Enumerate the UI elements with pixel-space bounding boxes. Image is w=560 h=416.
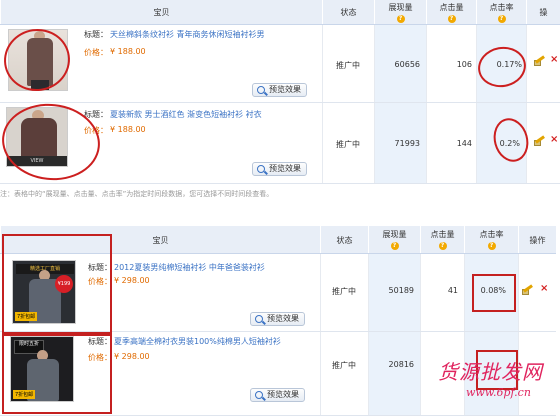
- header-status: 状态: [320, 226, 368, 253]
- clicks-value: 106: [456, 60, 472, 69]
- status-text: 推广中: [336, 61, 360, 70]
- header-impressions: 展现量?: [368, 226, 420, 253]
- product-title-link[interactable]: 天丝棉斜条纹衬衫 青年商务休闲短袖衬衫男: [110, 29, 265, 40]
- annotation-box: [472, 274, 516, 312]
- preview-button[interactable]: 预览效果: [250, 388, 305, 402]
- annotation-box: [2, 334, 112, 414]
- product-title-link[interactable]: 2012夏装男纯棉短袖衬衫 中年爸爸装衬衫: [114, 262, 265, 273]
- delete-icon[interactable]: ×: [550, 135, 558, 145]
- product-price: ¥ 298.00: [114, 276, 150, 285]
- promotion-table-1: 宝贝 状态 展现量? 点击量? 点击率? 操 标题： 天丝棉斜条纹衬衫 青年商务…: [0, 0, 560, 186]
- edit-icon[interactable]: [522, 284, 533, 295]
- impressions-value: 50189: [388, 286, 414, 295]
- header-item: 宝贝: [0, 0, 322, 24]
- magnifier-icon: [255, 391, 263, 399]
- header-ctr: 点击率?: [464, 226, 518, 253]
- clicks-value: 41: [447, 286, 458, 295]
- help-question-icon[interactable]: ?: [390, 242, 399, 250]
- preview-button[interactable]: 预览效果: [252, 162, 307, 176]
- magnifier-icon: [257, 165, 265, 173]
- help-question-icon[interactable]: ?: [438, 242, 447, 250]
- header-operations: 操: [526, 0, 560, 24]
- header-operations: 操作: [518, 226, 556, 253]
- table-row: 标题： 天丝棉斜条纹衬衫 青年商务休闲短袖衬衫男 价格： ¥ 188.00 预览…: [0, 25, 560, 103]
- help-question-icon[interactable]: ?: [447, 15, 456, 23]
- delete-icon[interactable]: ×: [550, 55, 558, 65]
- product-title-link[interactable]: 夏装新款 男士酒红色 渐变色短袖衬衫 衬衣: [110, 109, 262, 120]
- preview-button[interactable]: 预览效果: [250, 312, 305, 326]
- edit-icon[interactable]: [534, 135, 545, 146]
- price-label: 价格：: [84, 48, 108, 57]
- product-title-link[interactable]: 夏季高端全棉衬衣男装100%纯棉男人短袖衬衫: [114, 336, 281, 347]
- delete-icon[interactable]: ×: [540, 284, 548, 294]
- watermark-url: www.6pf.cn: [466, 386, 531, 399]
- header-ctr: 点击率?: [476, 0, 526, 24]
- edit-icon[interactable]: [534, 55, 545, 66]
- status-text: 推广中: [332, 287, 356, 296]
- impressions-value: 71993: [394, 139, 420, 148]
- table-header: 宝贝 状态 展现量? 点击量? 点击率? 操: [0, 0, 560, 25]
- clicks-value: 144: [456, 139, 472, 148]
- help-question-icon[interactable]: ?: [396, 15, 405, 23]
- status-text: 推广中: [332, 361, 356, 370]
- magnifier-icon: [257, 86, 265, 94]
- product-price: ¥ 188.00: [110, 47, 146, 56]
- preview-button[interactable]: 预览效果: [252, 83, 307, 97]
- impressions-value: 60656: [394, 60, 420, 69]
- header-status: 状态: [322, 0, 374, 24]
- product-price: ¥ 188.00: [110, 125, 146, 134]
- header-impressions: 展现量?: [374, 0, 426, 24]
- status-text: 推广中: [336, 140, 360, 149]
- watermark-title: 货源批发网: [438, 360, 543, 384]
- impressions-value: 20816: [388, 360, 414, 369]
- header-clicks: 点击量?: [426, 0, 476, 24]
- title-label: 标题：: [84, 30, 108, 39]
- footnote: 注：表格中的“展现量、点击量、点击率”为指定时间段数据，您可选择不同时间段查看。: [0, 190, 274, 198]
- product-price: ¥ 298.00: [114, 352, 150, 361]
- magnifier-icon: [255, 315, 263, 323]
- annotation-box: [2, 234, 112, 334]
- site-watermark: 货源批发网 www.6pf.cn: [438, 356, 556, 414]
- help-question-icon[interactable]: ?: [487, 242, 496, 250]
- header-clicks: 点击量?: [420, 226, 464, 253]
- help-question-icon[interactable]: ?: [497, 15, 506, 23]
